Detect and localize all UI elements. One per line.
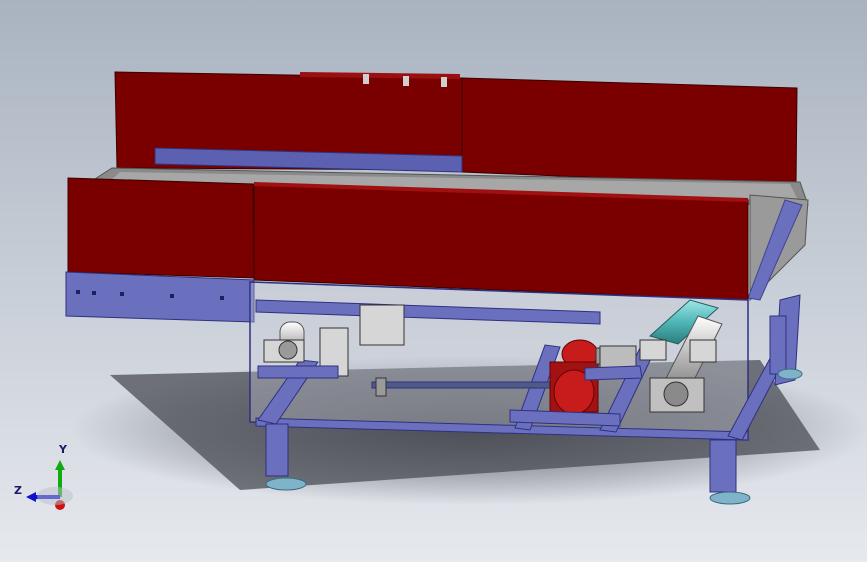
cad-model-scene[interactable] — [0, 0, 867, 562]
frame-hole — [220, 296, 224, 300]
guard-clip — [363, 74, 369, 84]
frame-hole — [92, 291, 96, 295]
frame-hole — [76, 290, 80, 294]
leveling-foot[interactable] — [709, 491, 751, 505]
support-leg-rear — [769, 315, 787, 375]
guard-clip — [441, 77, 447, 87]
guard-clip — [403, 76, 409, 86]
frame-hole — [120, 292, 124, 296]
bearing-block[interactable] — [639, 339, 667, 361]
bearing-block[interactable] — [689, 339, 717, 363]
motor-mount-arm — [584, 365, 643, 381]
guard-back-right[interactable] — [461, 77, 798, 187]
support-leg[interactable] — [709, 439, 737, 493]
mount-plate — [359, 304, 405, 346]
leveling-foot[interactable] — [265, 477, 307, 491]
triad-y-label: Y — [59, 443, 67, 456]
guard-front-left[interactable] — [67, 177, 255, 279]
support-leg[interactable] — [265, 423, 289, 477]
tension-rod — [371, 381, 553, 389]
triad-z-label: Z — [14, 484, 22, 497]
pillow-hub — [663, 381, 689, 407]
bearing-hub — [278, 340, 298, 360]
rod-end — [375, 377, 387, 397]
cad-viewport[interactable]: Y Z — [0, 0, 867, 562]
frame-hole — [170, 294, 174, 298]
side-bracket — [257, 365, 339, 379]
leveling-foot[interactable] — [777, 368, 803, 380]
guard-front-right[interactable] — [253, 183, 749, 301]
side-frame[interactable] — [65, 271, 255, 323]
